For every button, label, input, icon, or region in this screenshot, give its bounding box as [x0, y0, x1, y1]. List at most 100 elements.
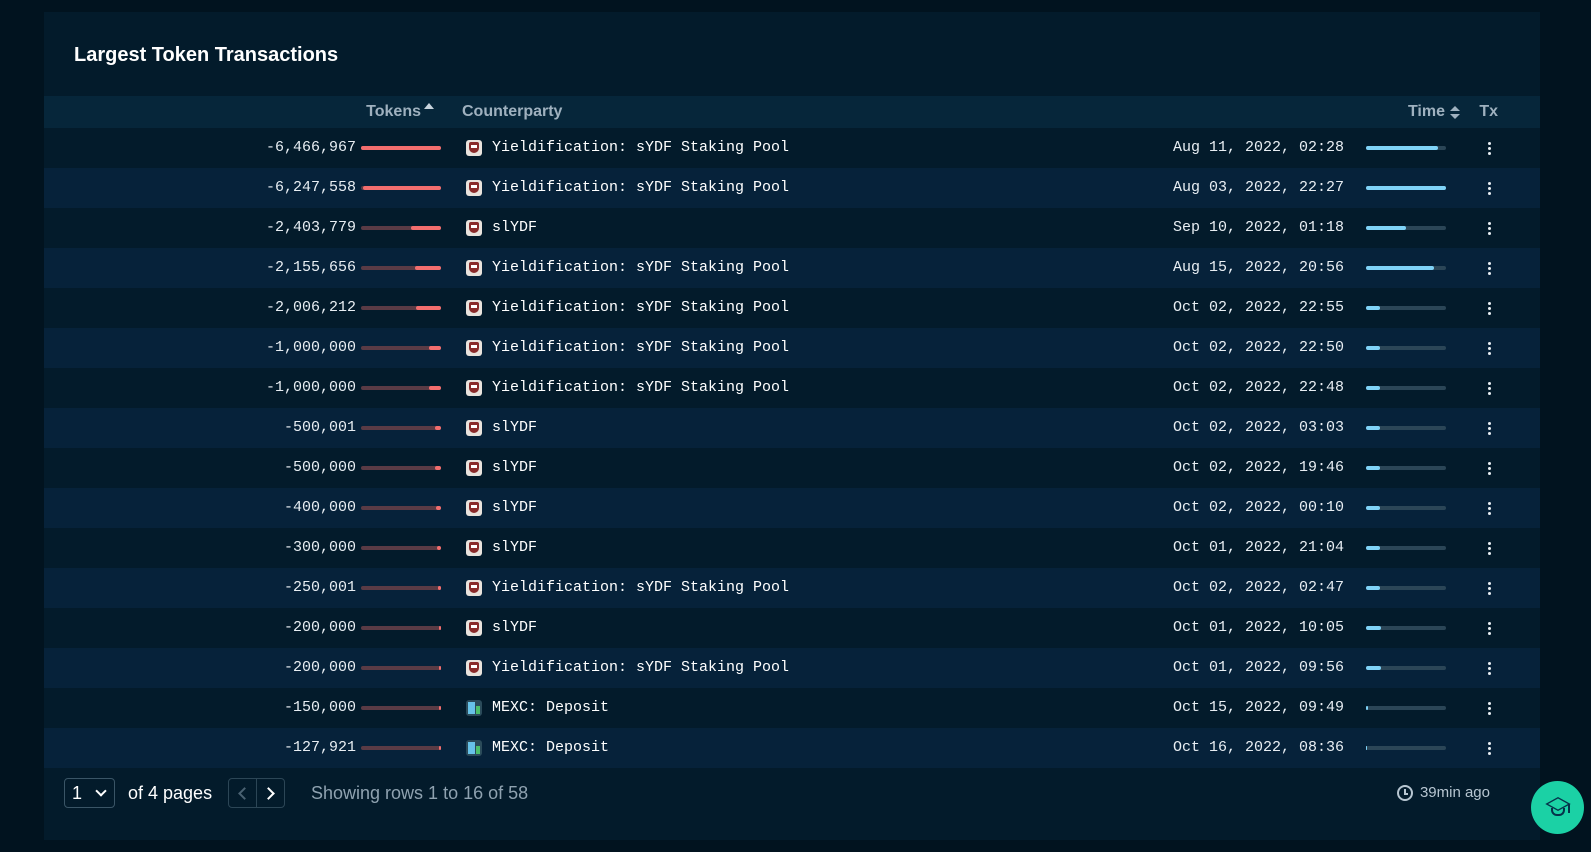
counterparty-name[interactable]: slYDF	[492, 408, 537, 448]
more-options-icon[interactable]	[1477, 416, 1501, 440]
table-row[interactable]: -6,247,558 Yieldification: sYDF Staking P…	[44, 168, 1540, 208]
rows-summary: Showing rows 1 to 16 of 58	[311, 783, 529, 803]
token-amount-bar-fill	[438, 706, 441, 710]
table-row[interactable]: -6,466,967 Yieldification: sYDF Staking P…	[44, 128, 1540, 168]
more-options-icon[interactable]	[1477, 336, 1501, 360]
column-header-time-label: Time	[1407, 103, 1445, 120]
counterparty-name[interactable]: Yieldification: sYDF Staking Pool	[492, 168, 789, 208]
table-row[interactable]: -127,921 MEXC: Deposit Oct 16, 2022, 08:36	[44, 728, 1540, 768]
counterparty-name[interactable]: Yieldification: sYDF Staking Pool	[492, 248, 789, 288]
counterparty-name[interactable]: slYDF	[492, 448, 537, 488]
more-options-icon[interactable]	[1477, 696, 1501, 720]
table-row[interactable]: -300,000 slYDF Oct 01, 2022, 21:04	[44, 528, 1540, 568]
counterparty-name[interactable]: slYDF	[492, 208, 537, 248]
table-row[interactable]: -500,001 slYDF Oct 02, 2022, 03:03	[44, 408, 1540, 448]
time-bar	[1366, 626, 1446, 630]
token-amount-bar-fill	[428, 346, 441, 350]
table-row[interactable]: -1,000,000 Yieldification: sYDF Staking P…	[44, 328, 1540, 368]
shield-icon	[466, 660, 482, 676]
table-row[interactable]: -200,000 Yieldification: sYDF Staking Poo…	[44, 648, 1540, 688]
token-amount-bar-fill	[438, 746, 441, 750]
counterparty-name[interactable]: Yieldification: sYDF Staking Pool	[492, 568, 789, 608]
token-amount: -6,466,967	[265, 139, 356, 156]
counterparty-name[interactable]: Yieldification: sYDF Staking Pool	[492, 648, 789, 688]
more-options-icon[interactable]	[1477, 216, 1501, 240]
transaction-time: Aug 11, 2022, 02:28	[1172, 139, 1344, 156]
time-bar	[1366, 226, 1446, 230]
table-row[interactable]: -2,155,656 Yieldification: sYDF Staking P…	[44, 248, 1540, 288]
more-options-icon[interactable]	[1477, 456, 1501, 480]
more-options-icon[interactable]	[1477, 576, 1501, 600]
transaction-time: Oct 01, 2022, 09:56	[1172, 659, 1344, 676]
table-row[interactable]: -400,000 slYDF Oct 02, 2022, 00:10	[44, 488, 1540, 528]
token-amount-bar	[361, 746, 441, 750]
time-bar	[1366, 466, 1446, 470]
token-amount-bar	[361, 386, 441, 390]
more-options-icon[interactable]	[1477, 536, 1501, 560]
time-bar	[1366, 346, 1446, 350]
shield-icon	[466, 580, 482, 596]
time-bar-fill	[1366, 146, 1438, 150]
token-amount-bar	[361, 466, 441, 470]
table-row[interactable]: -2,403,779 slYDF Sep 10, 2022, 01:18	[44, 208, 1540, 248]
token-amount-bar-fill	[411, 226, 441, 230]
more-options-icon[interactable]	[1477, 616, 1501, 640]
counterparty-name[interactable]: MEXC: Deposit	[492, 728, 609, 768]
token-amount-bar	[361, 346, 441, 350]
table-row[interactable]: -150,000 MEXC: Deposit Oct 15, 2022, 09:49	[44, 688, 1540, 728]
table-row[interactable]: -2,006,212 Yieldification: sYDF Staking P…	[44, 288, 1540, 328]
shield-icon	[466, 220, 482, 236]
counterparty-name[interactable]: Yieldification: sYDF Staking Pool	[492, 288, 789, 328]
time-bar-fill	[1366, 186, 1446, 190]
transaction-time: Oct 02, 2022, 19:46	[1172, 459, 1344, 476]
table-row[interactable]: -1,000,000 Yieldification: sYDF Staking P…	[44, 368, 1540, 408]
counterparty-name[interactable]: Yieldification: sYDF Staking Pool	[492, 128, 789, 168]
next-page-button[interactable]	[256, 778, 285, 808]
token-amount-bar	[361, 706, 441, 710]
table-row[interactable]: -250,001 Yieldification: sYDF Staking Poo…	[44, 568, 1540, 608]
more-options-icon[interactable]	[1477, 256, 1501, 280]
token-amount: -300,000	[283, 539, 356, 556]
page-select[interactable]: 1	[64, 778, 115, 808]
shield-icon	[466, 620, 482, 636]
transaction-time: Oct 02, 2022, 03:03	[1172, 419, 1344, 436]
previous-page-button[interactable]	[228, 778, 257, 808]
more-options-icon[interactable]	[1477, 176, 1501, 200]
shield-icon	[466, 300, 482, 316]
table-row[interactable]: -500,000 slYDF Oct 02, 2022, 19:46	[44, 448, 1540, 488]
more-options-icon[interactable]	[1477, 496, 1501, 520]
shield-icon	[466, 420, 482, 436]
more-options-icon[interactable]	[1477, 136, 1501, 160]
token-amount-bar	[361, 506, 441, 510]
table-body: -6,466,967 Yieldification: sYDF Staking P…	[44, 128, 1540, 768]
counterparty-name[interactable]: Yieldification: sYDF Staking Pool	[492, 368, 789, 408]
token-amount-bar	[361, 426, 441, 430]
transaction-time: Oct 02, 2022, 02:47	[1172, 579, 1344, 596]
sort-icon	[1450, 105, 1460, 119]
counterparty-name[interactable]: slYDF	[492, 608, 537, 648]
token-amount-bar-fill	[428, 386, 441, 390]
column-header-time[interactable]: Time	[1408, 96, 1460, 128]
sort-ascending-icon	[424, 103, 434, 109]
counterparty-name[interactable]: Yieldification: sYDF Staking Pool	[492, 328, 789, 368]
token-amount: -500,001	[283, 419, 356, 436]
token-amount: -200,000	[283, 659, 356, 676]
time-bar	[1366, 706, 1446, 710]
token-amount-bar-fill	[437, 546, 441, 550]
more-options-icon[interactable]	[1477, 656, 1501, 680]
counterparty-name[interactable]: slYDF	[492, 488, 537, 528]
token-amount: -200,000	[283, 619, 356, 636]
more-options-icon[interactable]	[1477, 376, 1501, 400]
token-transactions-panel: Largest Token Transactions Tokens Counte…	[44, 12, 1540, 840]
table-row[interactable]: -200,000 slYDF Oct 01, 2022, 10:05	[44, 608, 1540, 648]
shield-icon	[466, 340, 482, 356]
counterparty-name[interactable]: slYDF	[492, 528, 537, 568]
counterparty-name[interactable]: MEXC: Deposit	[492, 688, 609, 728]
token-amount: -500,000	[283, 459, 356, 476]
token-amount-bar	[361, 186, 441, 190]
token-amount: -2,006,212	[265, 299, 356, 316]
more-options-icon[interactable]	[1477, 296, 1501, 320]
academy-button[interactable]	[1531, 781, 1584, 834]
more-options-icon[interactable]	[1477, 736, 1501, 760]
column-header-tokens[interactable]: Tokens	[366, 96, 434, 128]
